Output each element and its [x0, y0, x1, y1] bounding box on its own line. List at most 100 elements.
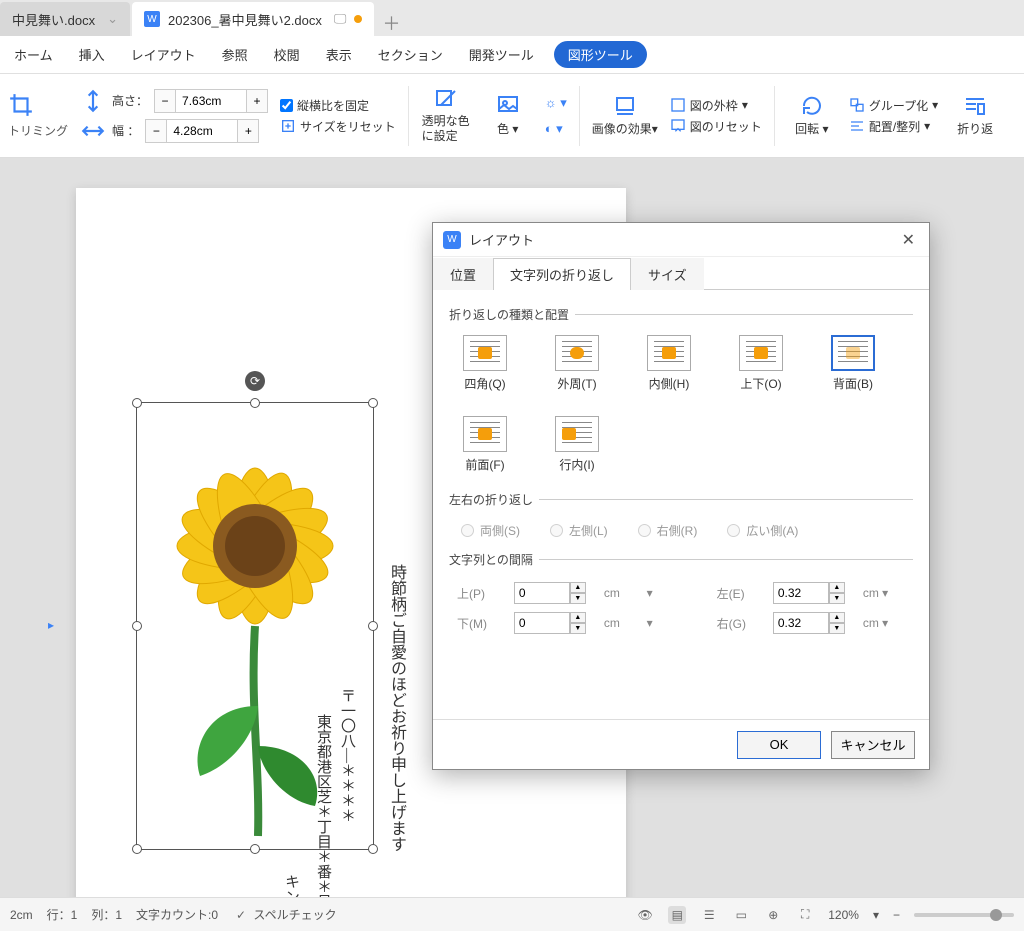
wrap-option-topbottom[interactable]: 上下(O): [739, 335, 783, 392]
doc-tab-active[interactable]: W 202306_暑中見舞い2.docx 🖵: [132, 2, 374, 36]
resize-handle[interactable]: [368, 621, 378, 631]
doc-text-line1: 時節柄ご自愛のほどお祈り申し上げます: [380, 564, 412, 897]
height-dec[interactable]: −: [154, 89, 176, 113]
rotate-handle-icon[interactable]: ⟳: [245, 371, 265, 391]
lr-wide: 広い側(A): [727, 522, 798, 539]
dist-left-input[interactable]: ▲▼: [773, 582, 853, 604]
chevron-down-icon[interactable]: ▾: [873, 908, 879, 922]
outline-view-icon[interactable]: ☰: [700, 906, 718, 924]
page-view-icon[interactable]: ▤: [668, 906, 686, 924]
tab-label: 中見舞い.docx: [12, 10, 95, 29]
dist-bottom-label: 下(M): [457, 615, 504, 632]
wrap-option-front[interactable]: 前面(F): [463, 416, 507, 473]
width-inc[interactable]: +: [237, 119, 259, 143]
resize-handle[interactable]: [132, 398, 142, 408]
dialog-title: レイアウト: [469, 230, 534, 249]
wrap-option-behind[interactable]: 背面(B): [831, 335, 875, 392]
new-tab-button[interactable]: ＋: [376, 10, 406, 36]
layout-dialog: W レイアウト ✕ 位置 文字列の折り返し サイズ 折り返しの種類と配置 四角(…: [432, 222, 930, 770]
picture-effects-button[interactable]: 画像の効果▾: [592, 94, 658, 137]
picture-border-button[interactable]: 図の外枠 ▾: [670, 97, 762, 114]
resize-handle[interactable]: [368, 844, 378, 854]
zoom-out-button[interactable]: −: [893, 908, 900, 922]
dist-top-input[interactable]: ▲▼: [514, 582, 594, 604]
dialog-tab-wrap[interactable]: 文字列の折り返し: [493, 258, 631, 290]
wrap-option-square[interactable]: 四角(Q): [463, 335, 507, 392]
close-icon[interactable]: ⌄: [107, 11, 118, 27]
zoom-level[interactable]: 120%: [828, 908, 859, 922]
crop-icon[interactable]: [8, 92, 34, 118]
dialog-cancel-button[interactable]: キャンセル: [831, 731, 915, 759]
wrap-option-tight[interactable]: 外周(T): [555, 335, 599, 392]
wrap-option-through[interactable]: 内側(H): [647, 335, 691, 392]
reading-view-icon[interactable]: ▭: [732, 906, 750, 924]
resize-handle[interactable]: [250, 398, 260, 408]
menu-layout[interactable]: レイアウト: [125, 41, 202, 68]
resize-handle[interactable]: [132, 621, 142, 631]
menu-section[interactable]: セクション: [372, 41, 449, 68]
dialog-tab-size[interactable]: サイズ: [631, 258, 704, 290]
wrap-style-heading: 折り返しの種類と配置: [449, 306, 913, 323]
height-label: 高さ：: [112, 92, 148, 109]
web-view-icon[interactable]: ⊕: [764, 906, 782, 924]
color-button[interactable]: 色 ▾: [483, 94, 533, 137]
word-doc-icon: W: [144, 11, 160, 27]
dist-right-label: 右(G): [717, 615, 763, 632]
group-button[interactable]: グループ化 ▾: [849, 97, 938, 114]
width-dec[interactable]: −: [145, 119, 167, 143]
width-label: 幅 ：: [112, 122, 139, 139]
height-icon: [80, 88, 106, 114]
rotate-button[interactable]: 回転 ▾: [787, 94, 837, 137]
align-button[interactable]: 配置/整列 ▾: [849, 118, 938, 135]
menu-insert[interactable]: 挿入: [73, 41, 111, 68]
dialog-close-button[interactable]: ✕: [898, 226, 919, 254]
width-input[interactable]: [167, 119, 237, 143]
monitor-icon[interactable]: 🖵: [334, 11, 347, 27]
lock-aspect-checkbox[interactable]: 縦横比を固定: [280, 97, 396, 114]
dialog-ok-button[interactable]: OK: [737, 731, 821, 759]
doc-tab-inactive[interactable]: 中見舞い.docx ⌄: [0, 2, 130, 36]
reset-picture-button[interactable]: 図のリセット: [670, 118, 762, 135]
eye-icon[interactable]: 👁: [636, 906, 654, 924]
brightness-icon[interactable]: ☼ ▾: [545, 95, 567, 111]
shape-tools-tab[interactable]: 図形ツール: [554, 41, 647, 68]
status-charcount: 文字カウント:0: [136, 906, 218, 923]
height-inc[interactable]: +: [246, 89, 268, 113]
doc-text-address: 東京都港区芝＊丁目＊番＊号: [308, 714, 338, 897]
reset-size-button[interactable]: サイズをリセット: [280, 118, 396, 135]
menu-home[interactable]: ホーム: [8, 41, 59, 68]
lr-wrap-heading: 左右の折り返し: [449, 491, 913, 508]
dist-bottom-input[interactable]: ▲▼: [514, 612, 594, 634]
status-row: 行：1: [47, 906, 78, 923]
spellcheck-button[interactable]: ✓ スペルチェック: [232, 906, 337, 924]
width-icon: [80, 118, 106, 144]
page-indicator-icon[interactable]: ▸: [48, 618, 54, 632]
status-col: 列：1: [91, 906, 122, 923]
menu-bar: ホーム 挿入 レイアウト 参照 校閲 表示 セクション 開発ツール 図形ツール: [0, 36, 1024, 74]
status-dim: 2cm: [10, 908, 33, 922]
dist-left-label: 左(E): [717, 585, 763, 602]
dist-right-input[interactable]: ▲▼: [773, 612, 853, 634]
menu-dev[interactable]: 開発ツール: [463, 41, 540, 68]
resize-handle[interactable]: [132, 844, 142, 854]
tab-label: 202306_暑中見舞い2.docx: [168, 10, 322, 29]
status-bar: 2cm 行：1 列：1 文字カウント:0 ✓ スペルチェック 👁 ▤ ☰ ▭ ⊕…: [0, 897, 1024, 931]
resize-handle[interactable]: [368, 398, 378, 408]
crop-label: トリミング: [8, 122, 68, 139]
menu-view[interactable]: 表示: [320, 41, 358, 68]
lr-both: 両側(S): [461, 522, 520, 539]
lr-right: 右側(R): [638, 522, 698, 539]
check-icon: ✓: [232, 906, 250, 924]
contrast-icon[interactable]: ◐ ▾: [545, 121, 567, 137]
menu-review[interactable]: 校閲: [268, 41, 306, 68]
menu-reference[interactable]: 参照: [216, 41, 254, 68]
height-input[interactable]: [176, 89, 246, 113]
wrap-button[interactable]: 折り返: [950, 94, 1000, 137]
dialog-tab-position[interactable]: 位置: [433, 258, 493, 290]
modified-dot-icon: [354, 15, 362, 23]
resize-handle[interactable]: [250, 844, 260, 854]
zoom-slider[interactable]: [914, 913, 1014, 917]
wrap-option-inline[interactable]: 行内(I): [555, 416, 599, 473]
fit-icon[interactable]: ⛶: [796, 906, 814, 924]
transparent-color-button[interactable]: 透明な色 に設定: [421, 88, 471, 143]
